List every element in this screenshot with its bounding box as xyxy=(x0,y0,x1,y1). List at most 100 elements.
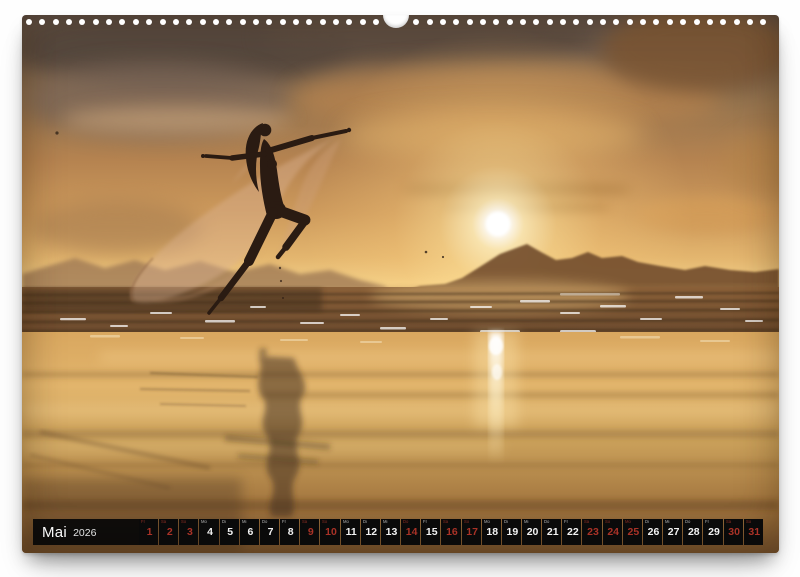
binding-hole xyxy=(613,19,619,25)
day-weekday-label: Fr xyxy=(282,520,286,524)
day-cell: So 24 xyxy=(603,519,622,545)
binding-hole xyxy=(600,19,606,25)
day-cell: Mi 6 xyxy=(240,519,259,545)
day-cell: Fr 22 xyxy=(562,519,581,545)
day-weekday-label: Sa xyxy=(161,520,166,524)
day-number: 12 xyxy=(361,526,380,538)
binding-hole xyxy=(26,19,32,25)
binding-hole xyxy=(53,19,59,25)
day-number: 30 xyxy=(724,526,743,538)
binding-hole xyxy=(160,19,166,25)
day-cell: So17 xyxy=(462,519,481,545)
day-number: 16 xyxy=(441,526,460,538)
day-cell: Do14 xyxy=(401,519,420,545)
binding-hole xyxy=(520,19,526,25)
day-weekday-label: Mi xyxy=(524,520,528,524)
day-cell: Sa23 xyxy=(582,519,601,545)
day-weekday-label: Sa xyxy=(726,520,731,524)
binding-hole xyxy=(493,19,499,25)
day-number: 11 xyxy=(341,526,360,538)
day-weekday-label: Di xyxy=(222,520,226,524)
day-weekday-label: Sa xyxy=(443,520,448,524)
day-weekday-label: Do xyxy=(685,520,690,524)
binding-hole xyxy=(707,19,713,25)
binding-hole xyxy=(653,19,659,25)
day-cell: So 31 xyxy=(744,519,763,545)
day-number: 21 xyxy=(542,526,561,538)
day-cell: So10 xyxy=(320,519,339,545)
binding-hole xyxy=(173,19,179,25)
day-weekday-label: Di xyxy=(645,520,649,524)
day-weekday-label: Do xyxy=(544,520,549,524)
day-weekday-label: Di xyxy=(504,520,508,524)
binding-hole xyxy=(587,19,593,25)
binding-hole xyxy=(66,19,72,25)
day-cell: Di26 xyxy=(643,519,662,545)
day-number: 31 xyxy=(744,526,763,538)
day-cell: Sa 2 xyxy=(159,519,178,545)
day-cell: Fr 8 xyxy=(280,519,299,545)
calendar-mockup: Mai 2026 Fr1Sa2So3Mo4Di5Mi6Do7Fr8Sa9So10… xyxy=(0,0,800,577)
binding-hole xyxy=(200,19,206,25)
day-number: 24 xyxy=(603,526,622,538)
binding-hole xyxy=(640,19,646,25)
day-cell: Mo11 xyxy=(341,519,360,545)
day-weekday-label: So xyxy=(605,520,610,524)
day-number: 1 xyxy=(139,526,158,538)
day-cell: Do7 xyxy=(260,519,279,545)
day-number: 25 xyxy=(623,526,642,538)
scene-illustration xyxy=(22,15,779,553)
days-row: Fr1Sa2So3Mo4Di5Mi6Do7Fr8Sa9So10Mo11Di12M… xyxy=(139,519,763,545)
binding-hole xyxy=(480,19,486,25)
binding-hole xyxy=(39,19,45,25)
day-number: 2 xyxy=(159,526,178,538)
binding-hole xyxy=(186,19,192,25)
day-number: 6 xyxy=(240,526,259,538)
day-number: 22 xyxy=(562,526,581,538)
binding-hole xyxy=(79,19,85,25)
binding-hole xyxy=(427,19,433,25)
day-number: 8 xyxy=(280,526,299,538)
binding-hole xyxy=(760,19,766,25)
day-weekday-label: So xyxy=(464,520,469,524)
day-weekday-label: So xyxy=(181,520,186,524)
binding-hole xyxy=(373,19,379,25)
day-cell: Mi 13 xyxy=(381,519,400,545)
day-weekday-label: So xyxy=(746,520,751,524)
day-weekday-label: Mo xyxy=(625,520,631,524)
day-cell: Fr 1 xyxy=(139,519,158,545)
month-label: Mai xyxy=(42,524,67,541)
day-weekday-label: Fr xyxy=(141,520,145,524)
binding-hole xyxy=(240,19,246,25)
day-weekday-label: Mi xyxy=(242,520,246,524)
day-weekday-label: Fr xyxy=(705,520,709,524)
binding-hole xyxy=(280,19,286,25)
horizon-glow xyxy=(370,280,630,312)
day-cell: Di5 xyxy=(220,519,239,545)
binding-hole xyxy=(533,19,539,25)
day-weekday-label: Sa xyxy=(584,520,589,524)
day-number: 13 xyxy=(381,526,400,538)
day-cell: Fr15 xyxy=(421,519,440,545)
day-number: 27 xyxy=(663,526,682,538)
day-cell: Sa 16 xyxy=(441,519,460,545)
day-weekday-label: Fr xyxy=(423,520,427,524)
year-label: 2026 xyxy=(73,527,96,539)
binding-hole xyxy=(453,19,459,25)
day-weekday-label: Fr xyxy=(564,520,568,524)
day-weekday-label: Mo xyxy=(201,520,207,524)
binding-hole xyxy=(306,19,312,25)
binding-hole xyxy=(547,19,553,25)
day-cell: Mo 25 xyxy=(623,519,642,545)
day-cell: Mi20 xyxy=(522,519,541,545)
binding-hole xyxy=(627,19,633,25)
day-number: 14 xyxy=(401,526,420,538)
binding-hole xyxy=(146,19,152,25)
binding-hole xyxy=(680,19,686,25)
binding-hole xyxy=(440,19,446,25)
day-number: 18 xyxy=(482,526,501,538)
day-weekday-label: Mi xyxy=(383,520,387,524)
binding-hole xyxy=(667,19,673,25)
binding-hole xyxy=(560,19,566,25)
day-cell: Do 21 xyxy=(542,519,561,545)
